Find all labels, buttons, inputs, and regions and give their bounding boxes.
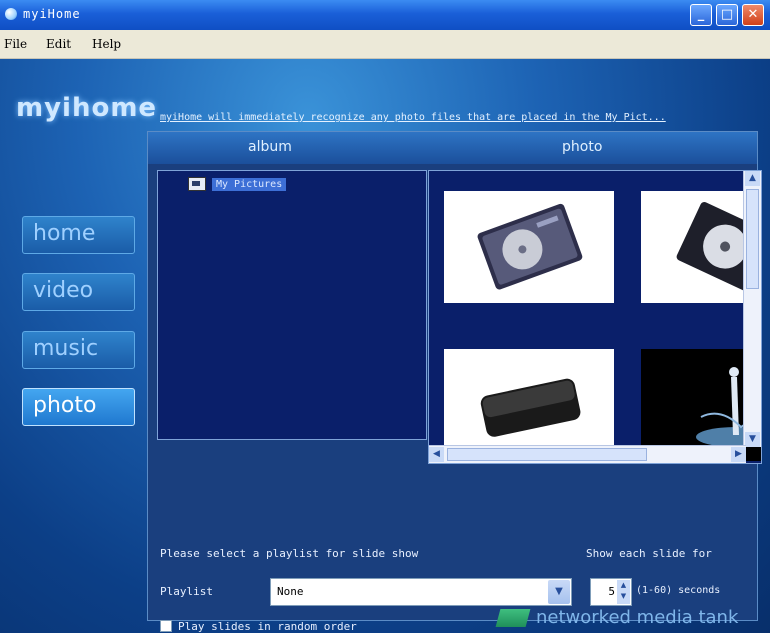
seconds-value: 5	[608, 585, 615, 598]
nav-music-button[interactable]: music	[22, 331, 135, 369]
slideshow-select-label: Please select a playlist for slide show	[160, 547, 419, 560]
app-icon	[5, 8, 17, 20]
minimize-button[interactable]: _	[690, 4, 712, 26]
scroll-thumb[interactable]	[746, 189, 759, 289]
photo-thumbnail[interactable]	[444, 191, 614, 303]
brand-text: networked media tank	[536, 607, 739, 628]
album-item-label: My Pictures	[212, 177, 287, 191]
maximize-button[interactable]: □	[716, 4, 738, 26]
main-area: myihome myiHome will immediately recogni…	[0, 59, 770, 633]
photo-grid[interactable]: ▲ ▼ ◀ ▶	[428, 170, 762, 464]
footer-brand: networked media tank	[495, 607, 739, 628]
nav-home-button[interactable]: home	[22, 216, 135, 254]
hard-drive-image	[477, 203, 583, 290]
vertical-scrollbar[interactable]: ▲ ▼	[743, 171, 761, 447]
nmt-logo-icon	[495, 608, 531, 627]
album-item[interactable]: My Pictures	[188, 177, 287, 191]
album-header: album	[248, 139, 292, 155]
random-order-checkbox[interactable]	[160, 620, 172, 632]
scroll-up-arrow-icon[interactable]: ▲	[745, 171, 760, 186]
nav-video-button[interactable]: video	[22, 273, 135, 311]
chevron-down-icon[interactable]: ▼	[548, 580, 570, 604]
spinner-arrows-icon[interactable]: ▲ ▼	[617, 580, 630, 604]
scroll-right-arrow-icon[interactable]: ▶	[731, 447, 746, 462]
window-title: myiHome	[23, 7, 81, 21]
panel-header: album photo	[148, 132, 757, 164]
show-each-label: Show each slide for	[586, 547, 712, 560]
playlist-label: Playlist	[160, 585, 213, 598]
menu-bar: File Edit Help	[0, 30, 770, 59]
seconds-spinner[interactable]: 5 ▲ ▼	[590, 578, 632, 606]
horizontal-scrollbar[interactable]: ◀ ▶	[429, 445, 746, 463]
playlist-dropdown[interactable]: None ▼	[270, 578, 572, 606]
scroll-down-arrow-icon[interactable]: ▼	[745, 432, 760, 447]
random-order-label: Play slides in random order	[178, 620, 357, 633]
seconds-range-label: (1-60) seconds	[636, 585, 721, 596]
menu-edit[interactable]: Edit	[46, 37, 71, 51]
app-logo: myihome	[16, 93, 158, 123]
external-drive-image	[480, 378, 581, 437]
info-banner: myiHome will immediately recognize any p…	[160, 112, 666, 123]
playlist-value: None	[277, 585, 304, 598]
album-list[interactable]: My Pictures	[157, 170, 427, 440]
picture-folder-icon	[188, 177, 206, 191]
content-panel: album photo My Pictures ▲ ▼ ◀ ▶ Please s…	[147, 131, 762, 633]
photo-header: photo	[562, 139, 603, 155]
scroll-left-arrow-icon[interactable]: ◀	[429, 447, 444, 462]
menu-file[interactable]: File	[4, 37, 27, 51]
nav-photo-button[interactable]: photo	[22, 388, 135, 426]
close-button[interactable]: ✕	[742, 4, 764, 26]
menu-help[interactable]: Help	[92, 37, 121, 51]
title-bar: myiHome _ □ ✕	[0, 0, 770, 30]
scroll-thumb[interactable]	[447, 448, 647, 461]
